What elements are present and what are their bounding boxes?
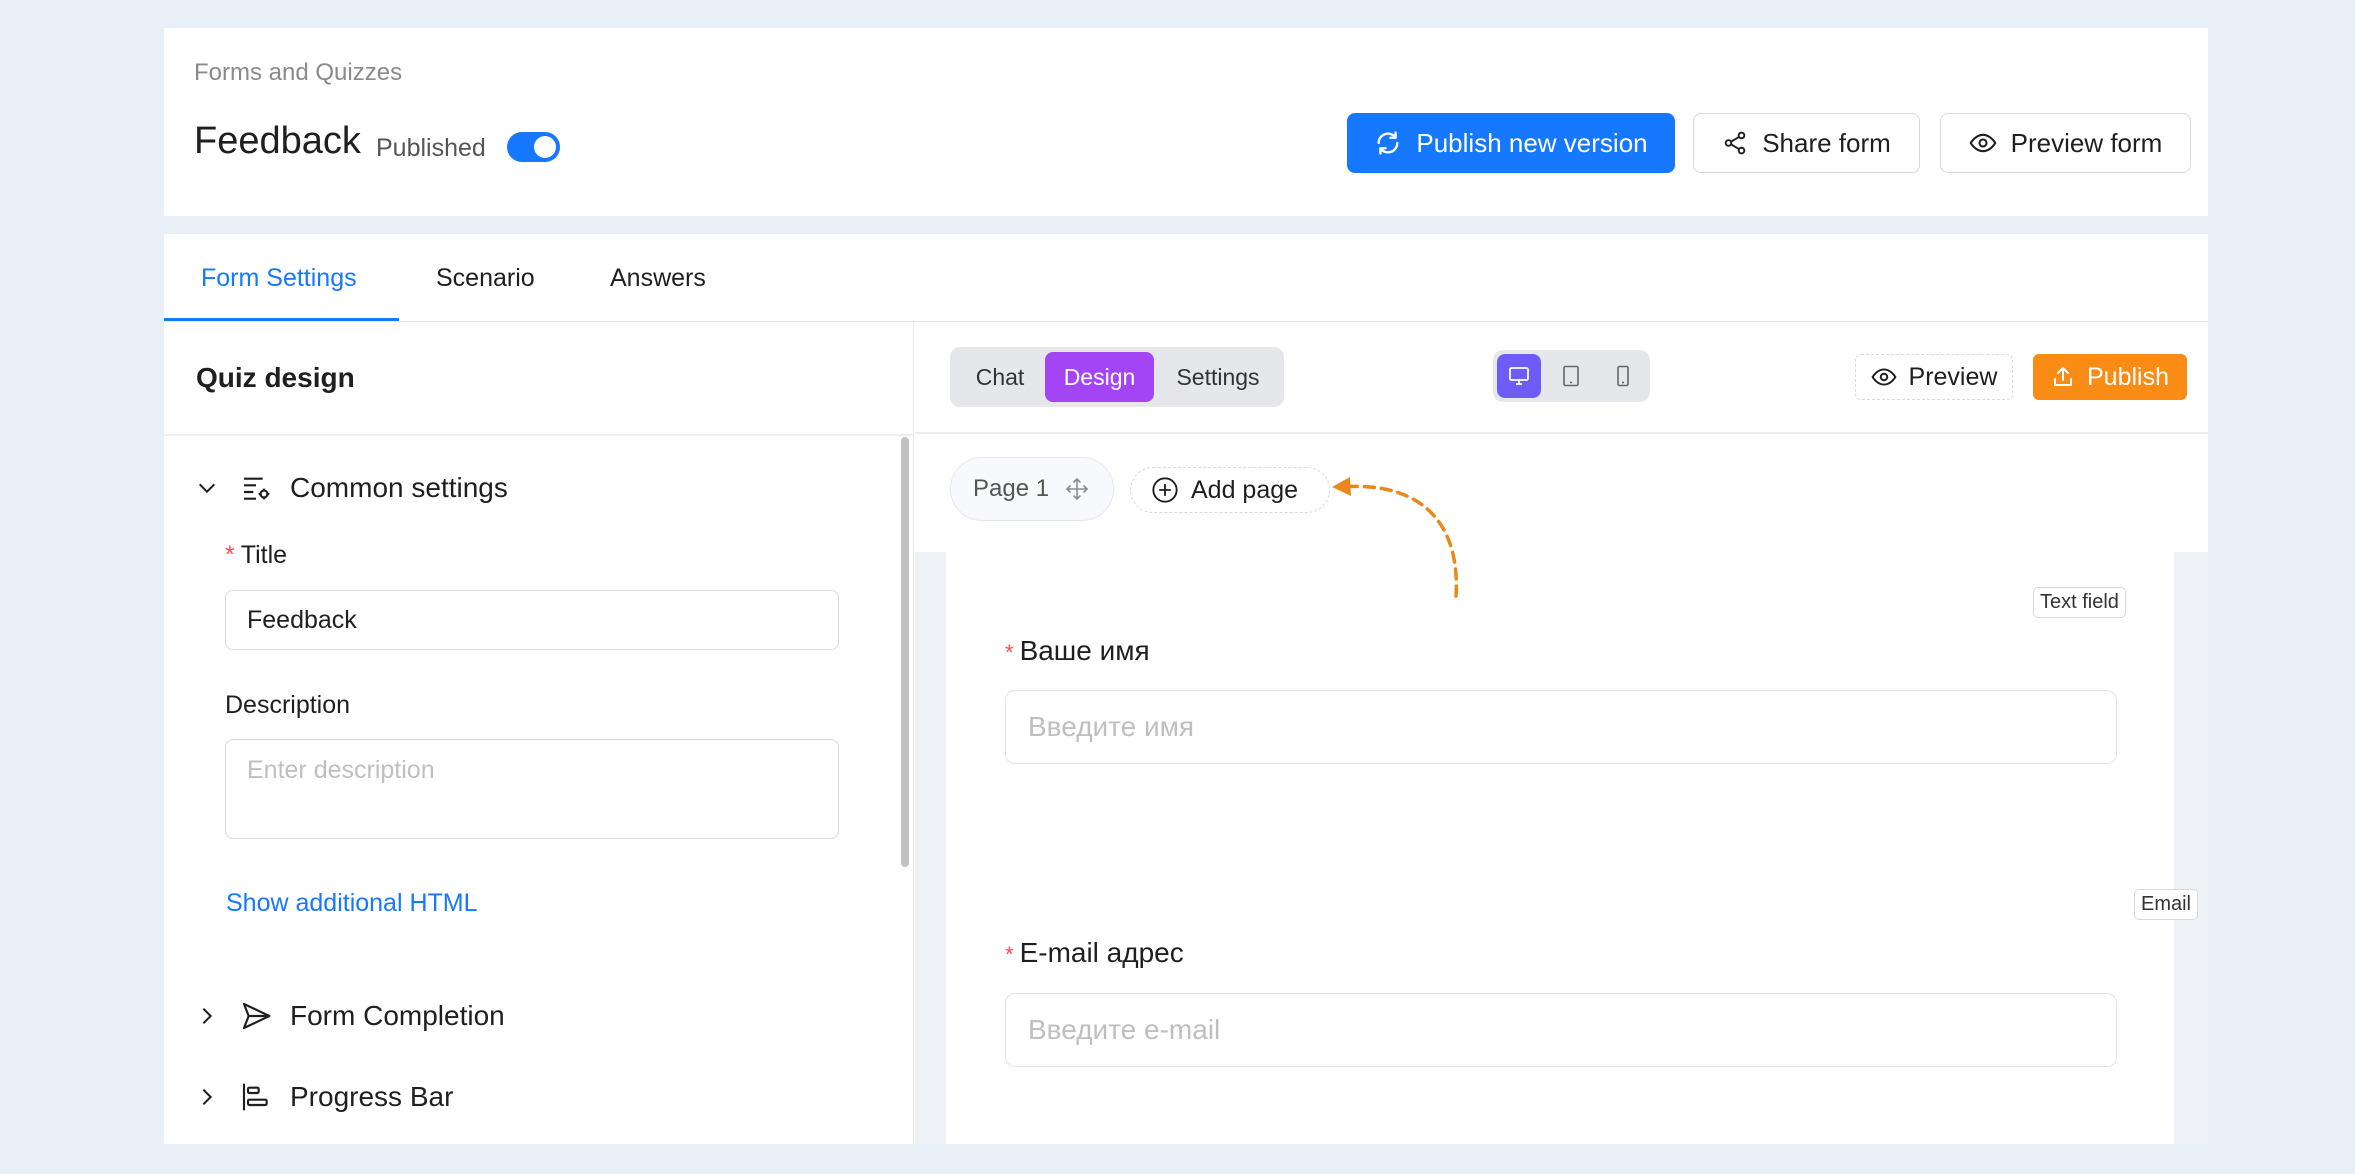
question-label: * E-mail адрес: [1005, 937, 1184, 969]
panel-title: Quiz design: [196, 362, 355, 393]
question-type-badge: Text field: [2033, 587, 2126, 618]
form-preview-sheet: Text field * Ваше имя Введите имя Email *…: [946, 552, 2198, 1144]
toggle-knob: [534, 136, 556, 158]
publish-new-version-label: Publish new version: [1416, 127, 1648, 158]
page-tab-1[interactable]: Page 1: [950, 457, 1114, 521]
share-form-label: Share form: [1762, 127, 1891, 158]
tablet-icon: [1559, 364, 1583, 388]
chevron-down-icon: [196, 477, 218, 499]
eye-icon: [1871, 364, 1897, 390]
tab-scenario[interactable]: Scenario: [436, 264, 535, 293]
mode-settings[interactable]: Settings: [1158, 352, 1278, 402]
tablet-view-button[interactable]: [1549, 354, 1593, 398]
mobile-icon: [1611, 364, 1635, 388]
progress-bars-icon: [240, 1081, 272, 1113]
form-header: Forms and Quizzes Feedback Published Pub…: [164, 28, 2208, 216]
title-field-label: * Title: [225, 541, 287, 570]
tab-answers[interactable]: Answers: [610, 264, 706, 293]
plus-circle-icon: [1151, 476, 1179, 504]
preview-button[interactable]: Preview: [1855, 354, 2013, 400]
mode-design[interactable]: Design: [1045, 352, 1154, 402]
question-label: * Ваше имя: [1005, 635, 1150, 667]
section-form-completion[interactable]: Form Completion: [196, 1000, 505, 1032]
panel-scrollbar[interactable]: [901, 437, 909, 867]
title-input[interactable]: Feedback: [225, 590, 839, 650]
eye-icon: [1969, 129, 1997, 157]
form-editor-card: Form Settings Scenario Answers Quiz desi…: [164, 234, 2208, 1144]
send-icon: [240, 1000, 272, 1032]
share-icon: [1722, 130, 1748, 156]
published-status-label: Published: [376, 134, 486, 162]
upload-icon: [2051, 365, 2075, 389]
mobile-view-button[interactable]: [1601, 354, 1645, 398]
description-textarea[interactable]: Enter description: [225, 739, 839, 839]
chevron-right-icon: [196, 1005, 218, 1027]
preview-form-label: Preview form: [2010, 127, 2163, 158]
preview-form-button[interactable]: Preview form: [1940, 113, 2191, 173]
question-label-text: Ваше имя: [1019, 635, 1150, 666]
desktop-view-button[interactable]: [1497, 354, 1541, 398]
breadcrumb[interactable]: Forms and Quizzes: [194, 59, 402, 87]
mode-switcher: Chat Design Settings: [950, 347, 1284, 407]
settings-list-icon: [240, 472, 272, 504]
required-mark: *: [1005, 640, 1014, 665]
desktop-icon: [1507, 364, 1531, 388]
page-title: Feedback: [194, 120, 361, 162]
section-common-settings[interactable]: Common settings: [196, 472, 508, 504]
chevron-right-icon: [196, 1086, 218, 1108]
panel-divider: [164, 434, 914, 436]
published-toggle[interactable]: [507, 132, 560, 162]
publish-button[interactable]: Publish: [2033, 354, 2187, 400]
toolbar-divider: [915, 432, 2208, 434]
section-progress-label: Progress Bar: [290, 1081, 454, 1112]
question-label-text: E-mail адрес: [1019, 937, 1184, 968]
tab-bar: Form Settings Scenario Answers: [164, 234, 2208, 322]
add-page-label: Add page: [1191, 475, 1299, 504]
active-tab-indicator: [164, 318, 399, 321]
name-input[interactable]: Введите имя: [1005, 690, 2117, 764]
device-switcher: [1493, 350, 1650, 402]
email-input[interactable]: Введите e-mail: [1005, 993, 2117, 1067]
description-field-label: Description: [225, 691, 351, 719]
settings-panel: Quiz design Common settings * Title Feedb…: [164, 322, 914, 1144]
annotation-arrow: [1320, 472, 1470, 602]
section-progress-bar[interactable]: Progress Bar: [196, 1081, 453, 1113]
mode-chat[interactable]: Chat: [955, 352, 1045, 402]
publish-label: Publish: [2087, 362, 2169, 391]
preview-label: Preview: [1908, 362, 1998, 391]
section-completion-label: Form Completion: [290, 1000, 505, 1031]
add-page-button[interactable]: Add page: [1130, 467, 1330, 513]
title-label-text: Title: [240, 541, 288, 569]
show-additional-html-link[interactable]: Show additional HTML: [226, 889, 478, 918]
question-type-badge: Email: [2133, 889, 2198, 920]
section-common-label: Common settings: [290, 472, 508, 503]
tab-form-settings[interactable]: Form Settings: [201, 264, 357, 293]
share-form-button[interactable]: Share form: [1693, 113, 1920, 173]
required-mark: *: [1005, 942, 1014, 967]
page-pill-label: Page 1: [973, 475, 1050, 502]
publish-new-version-button[interactable]: Publish new version: [1347, 113, 1675, 173]
form-designer: Chat Design Settings Preview Publish Pag…: [915, 322, 2208, 1144]
refresh-icon: [1374, 129, 1402, 157]
drag-move-icon[interactable]: [1065, 477, 1089, 501]
required-mark: *: [225, 541, 235, 569]
